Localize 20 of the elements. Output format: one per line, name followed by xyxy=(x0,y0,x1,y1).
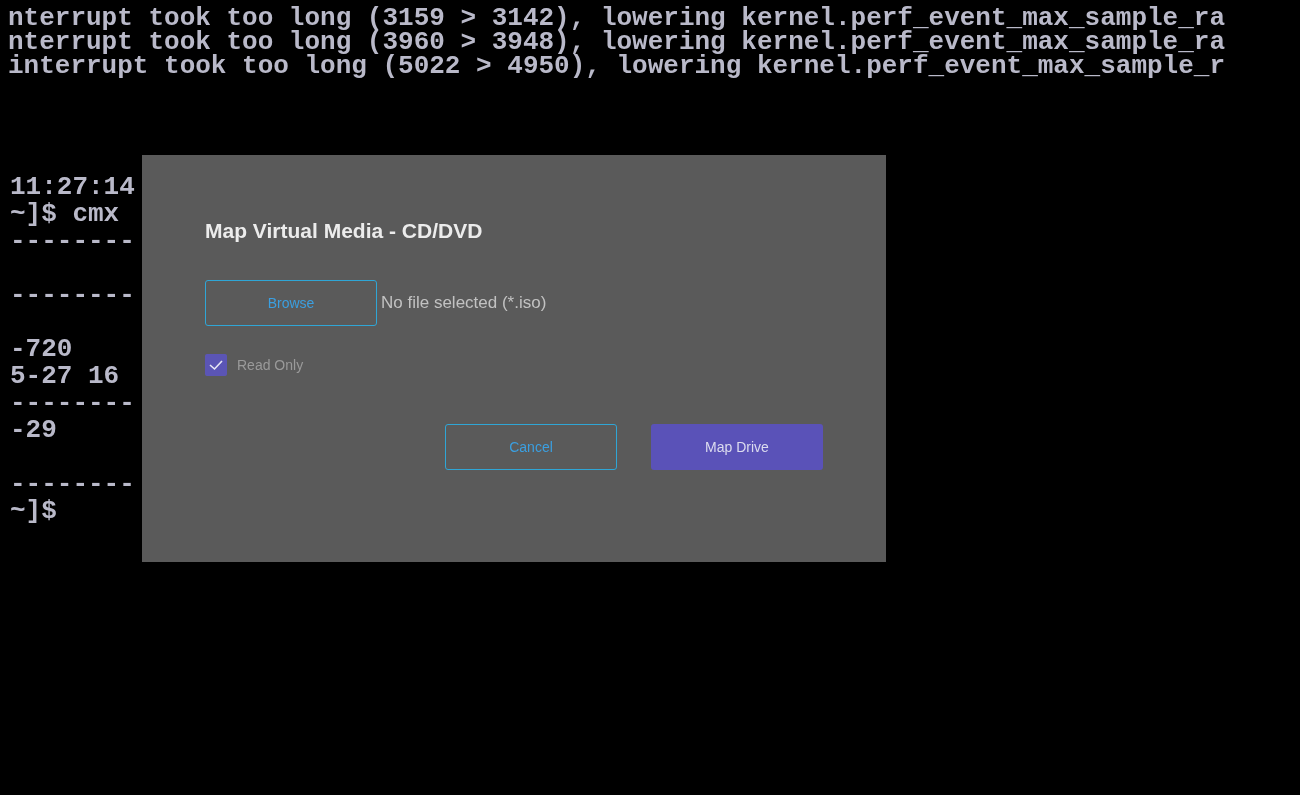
terminal-line: -------- xyxy=(10,471,135,498)
read-only-label: Read Only xyxy=(237,357,304,373)
terminal-line: -------- xyxy=(10,228,135,255)
terminal-line: -720 xyxy=(10,336,73,363)
browse-button[interactable]: Browse xyxy=(205,280,377,326)
dialog-title: Map Virtual Media - CD/DVD xyxy=(205,219,483,243)
file-status-text: No file selected (*.iso) xyxy=(381,293,547,313)
terminal-line: 5-27 16 xyxy=(10,363,120,390)
read-only-checkbox[interactable] xyxy=(205,354,227,376)
terminal-line: -------- xyxy=(10,282,135,309)
terminal-line: ~]$ cmx xyxy=(10,201,120,228)
terminal-line: nterrupt took too long (3159 > 3142), lowering kernel.perf_event_max_sample_ra xyxy=(8,6,1225,30)
cancel-button[interactable]: Cancel xyxy=(445,424,617,470)
terminal-line: ~]$ xyxy=(10,498,57,525)
map-drive-button[interactable]: Map Drive xyxy=(651,424,823,470)
terminal-line: nterrupt took too long (3960 > 3948), lowering kernel.perf_event_max_sample_ra xyxy=(8,30,1225,54)
terminal-line: -29 xyxy=(10,417,57,444)
terminal-line: interrupt took too long (5022 > 4950), lowering kernel.perf_event_max_sample_r xyxy=(8,54,1225,78)
terminal-line: 11:27:14 xyxy=(10,174,135,201)
terminal-line: -------- xyxy=(10,390,135,417)
